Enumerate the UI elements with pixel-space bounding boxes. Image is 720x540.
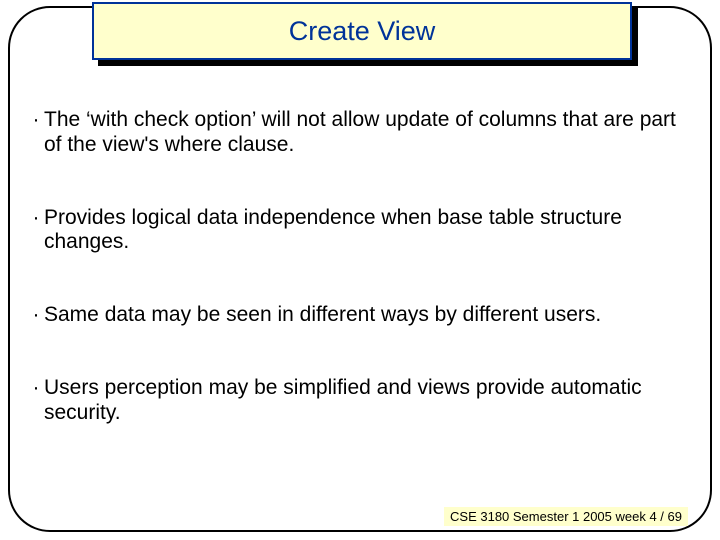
- title-container: Create View: [92, 2, 632, 60]
- bullet-text: Same data may be seen in different ways …: [44, 303, 688, 328]
- bullet-dot-icon: ·: [28, 108, 44, 133]
- slide-frame: Create View · The ‘with check option’ wi…: [8, 6, 712, 532]
- slide-footer: CSE 3180 Semester 1 2005 week 4 / 69: [444, 507, 688, 526]
- bullet-text: Provides logical data independence when …: [44, 206, 688, 256]
- bullet-dot-icon: ·: [28, 376, 44, 401]
- title-box: Create View: [92, 2, 632, 60]
- list-item: · Provides logical data independence whe…: [28, 206, 688, 256]
- bullet-text: Users perception may be simplified and v…: [44, 376, 688, 426]
- slide-title: Create View: [289, 16, 436, 47]
- bullet-list: · The ‘with check option’ will not allow…: [28, 108, 688, 473]
- list-item: · Users perception may be simplified and…: [28, 376, 688, 426]
- bullet-dot-icon: ·: [28, 303, 44, 328]
- bullet-text: The ‘with check option’ will not allow u…: [44, 108, 688, 158]
- list-item: · Same data may be seen in different way…: [28, 303, 688, 328]
- bullet-dot-icon: ·: [28, 206, 44, 231]
- list-item: · The ‘with check option’ will not allow…: [28, 108, 688, 158]
